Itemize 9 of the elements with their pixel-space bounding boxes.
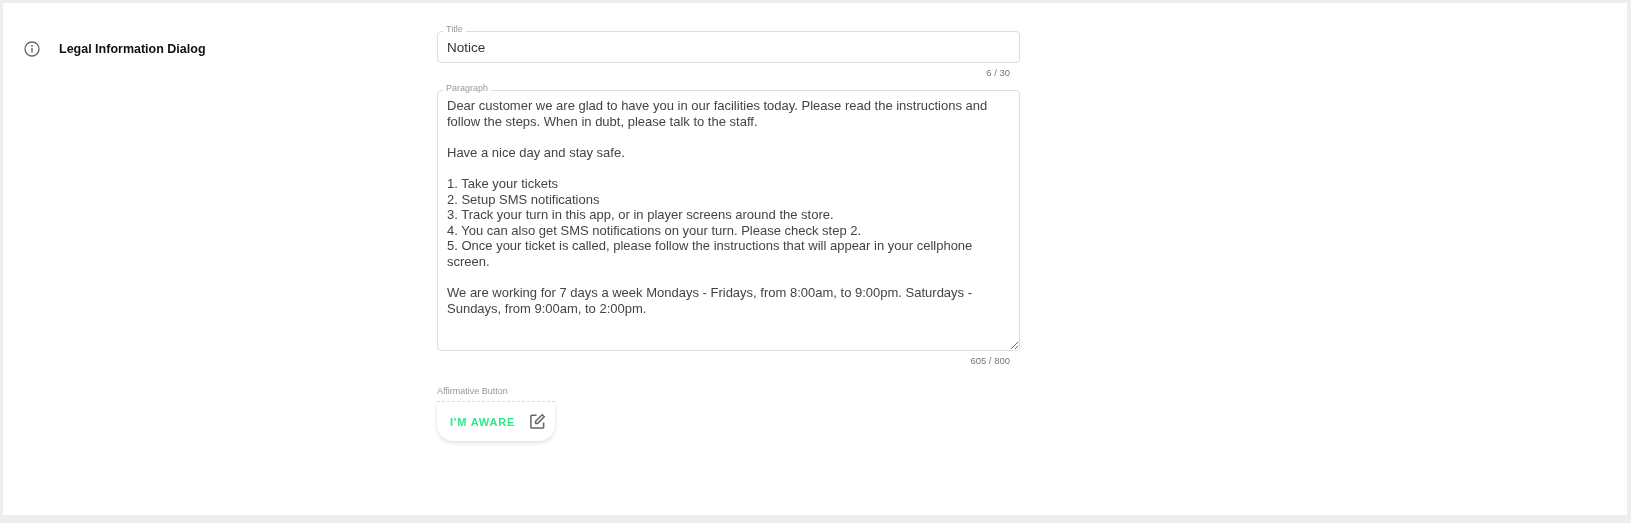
section-title: Legal Information Dialog (59, 41, 206, 58)
field-label: Title (443, 24, 466, 35)
info-icon (24, 41, 40, 57)
character-counter: 6 / 30 (986, 67, 1010, 79)
field-label: Paragraph (443, 83, 492, 94)
edit-icon[interactable] (529, 413, 547, 430)
field-label: Affirmative Button (437, 386, 509, 397)
character-counter: 605 / 800 (970, 355, 1010, 367)
title-field[interactable]: Notice (437, 31, 1020, 63)
